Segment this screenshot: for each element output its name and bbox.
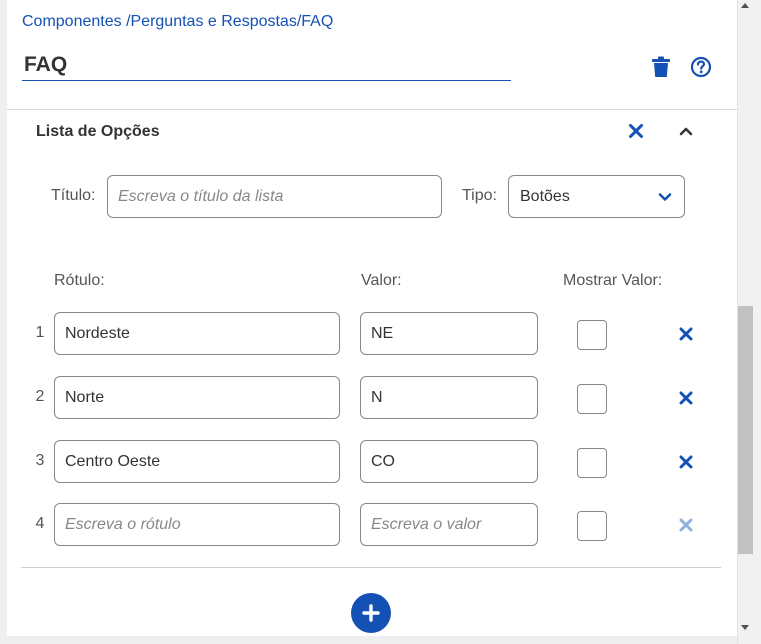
option-label-input[interactable] bbox=[54, 312, 340, 355]
option-value-input[interactable] bbox=[360, 312, 538, 355]
close-icon bbox=[679, 327, 693, 341]
show-value-checkbox[interactable] bbox=[577, 320, 607, 350]
show-value-checkbox[interactable] bbox=[577, 448, 607, 478]
add-option-button[interactable] bbox=[351, 593, 391, 633]
close-icon bbox=[679, 518, 693, 532]
option-row: 1 bbox=[0, 312, 737, 356]
scrollbar-thumb[interactable] bbox=[738, 306, 753, 554]
chevron-up-icon bbox=[679, 127, 693, 136]
remove-option-button[interactable] bbox=[675, 323, 697, 345]
close-icon bbox=[679, 391, 693, 405]
show-value-checkbox[interactable] bbox=[577, 511, 607, 541]
chevron-down-icon bbox=[658, 192, 672, 201]
option-value-input[interactable] bbox=[360, 503, 538, 546]
component-title-input[interactable] bbox=[22, 50, 511, 81]
show-value-checkbox[interactable] bbox=[577, 384, 607, 414]
help-button[interactable] bbox=[687, 53, 715, 81]
remove-option-button[interactable] bbox=[675, 387, 697, 409]
plus-icon bbox=[362, 604, 380, 622]
breadcrumb[interactable]: Componentes /Perguntas e Respostas/FAQ bbox=[22, 13, 333, 31]
remove-option-button-disabled[interactable] bbox=[675, 514, 697, 536]
close-icon bbox=[629, 124, 643, 138]
close-section-button[interactable] bbox=[624, 119, 648, 143]
options-divider bbox=[21, 567, 721, 568]
trash-icon bbox=[652, 56, 670, 77]
option-label-input[interactable] bbox=[54, 376, 340, 419]
collapse-section-button[interactable] bbox=[674, 119, 698, 143]
option-row: 3 bbox=[0, 440, 737, 484]
column-header-label: Rótulo: bbox=[54, 272, 105, 289]
option-number: 3 bbox=[35, 452, 45, 469]
list-type-value: Botões bbox=[520, 187, 570, 205]
option-label-input[interactable] bbox=[54, 440, 340, 483]
option-label-input[interactable] bbox=[54, 503, 340, 546]
panel-bottom-frame bbox=[0, 636, 737, 644]
option-value-input[interactable] bbox=[360, 440, 538, 483]
option-number: 1 bbox=[35, 324, 45, 341]
option-number: 2 bbox=[35, 388, 45, 405]
option-row: 2 bbox=[0, 376, 737, 420]
option-row-new: 4 bbox=[0, 503, 737, 547]
scroll-up-arrow-icon[interactable] bbox=[741, 3, 749, 8]
list-type-label: Tipo: bbox=[462, 187, 497, 204]
remove-option-button[interactable] bbox=[675, 451, 697, 473]
column-header-value: Valor: bbox=[361, 272, 402, 289]
close-icon bbox=[679, 455, 693, 469]
section-title: Lista de Opções bbox=[36, 123, 160, 140]
header-divider bbox=[7, 109, 737, 110]
list-type-select[interactable]: Botões bbox=[508, 175, 685, 218]
faq-editor-panel: Componentes /Perguntas e Respostas/FAQ L… bbox=[0, 0, 761, 644]
list-title-label: Título: bbox=[51, 187, 96, 204]
question-circle-icon bbox=[690, 56, 712, 78]
delete-component-button[interactable] bbox=[647, 53, 675, 81]
column-header-show-value: Mostrar Valor: bbox=[563, 272, 663, 289]
scroll-down-arrow-icon[interactable] bbox=[741, 625, 749, 630]
list-title-input[interactable] bbox=[107, 175, 442, 218]
option-number: 4 bbox=[35, 515, 45, 532]
option-value-input[interactable] bbox=[360, 376, 538, 419]
